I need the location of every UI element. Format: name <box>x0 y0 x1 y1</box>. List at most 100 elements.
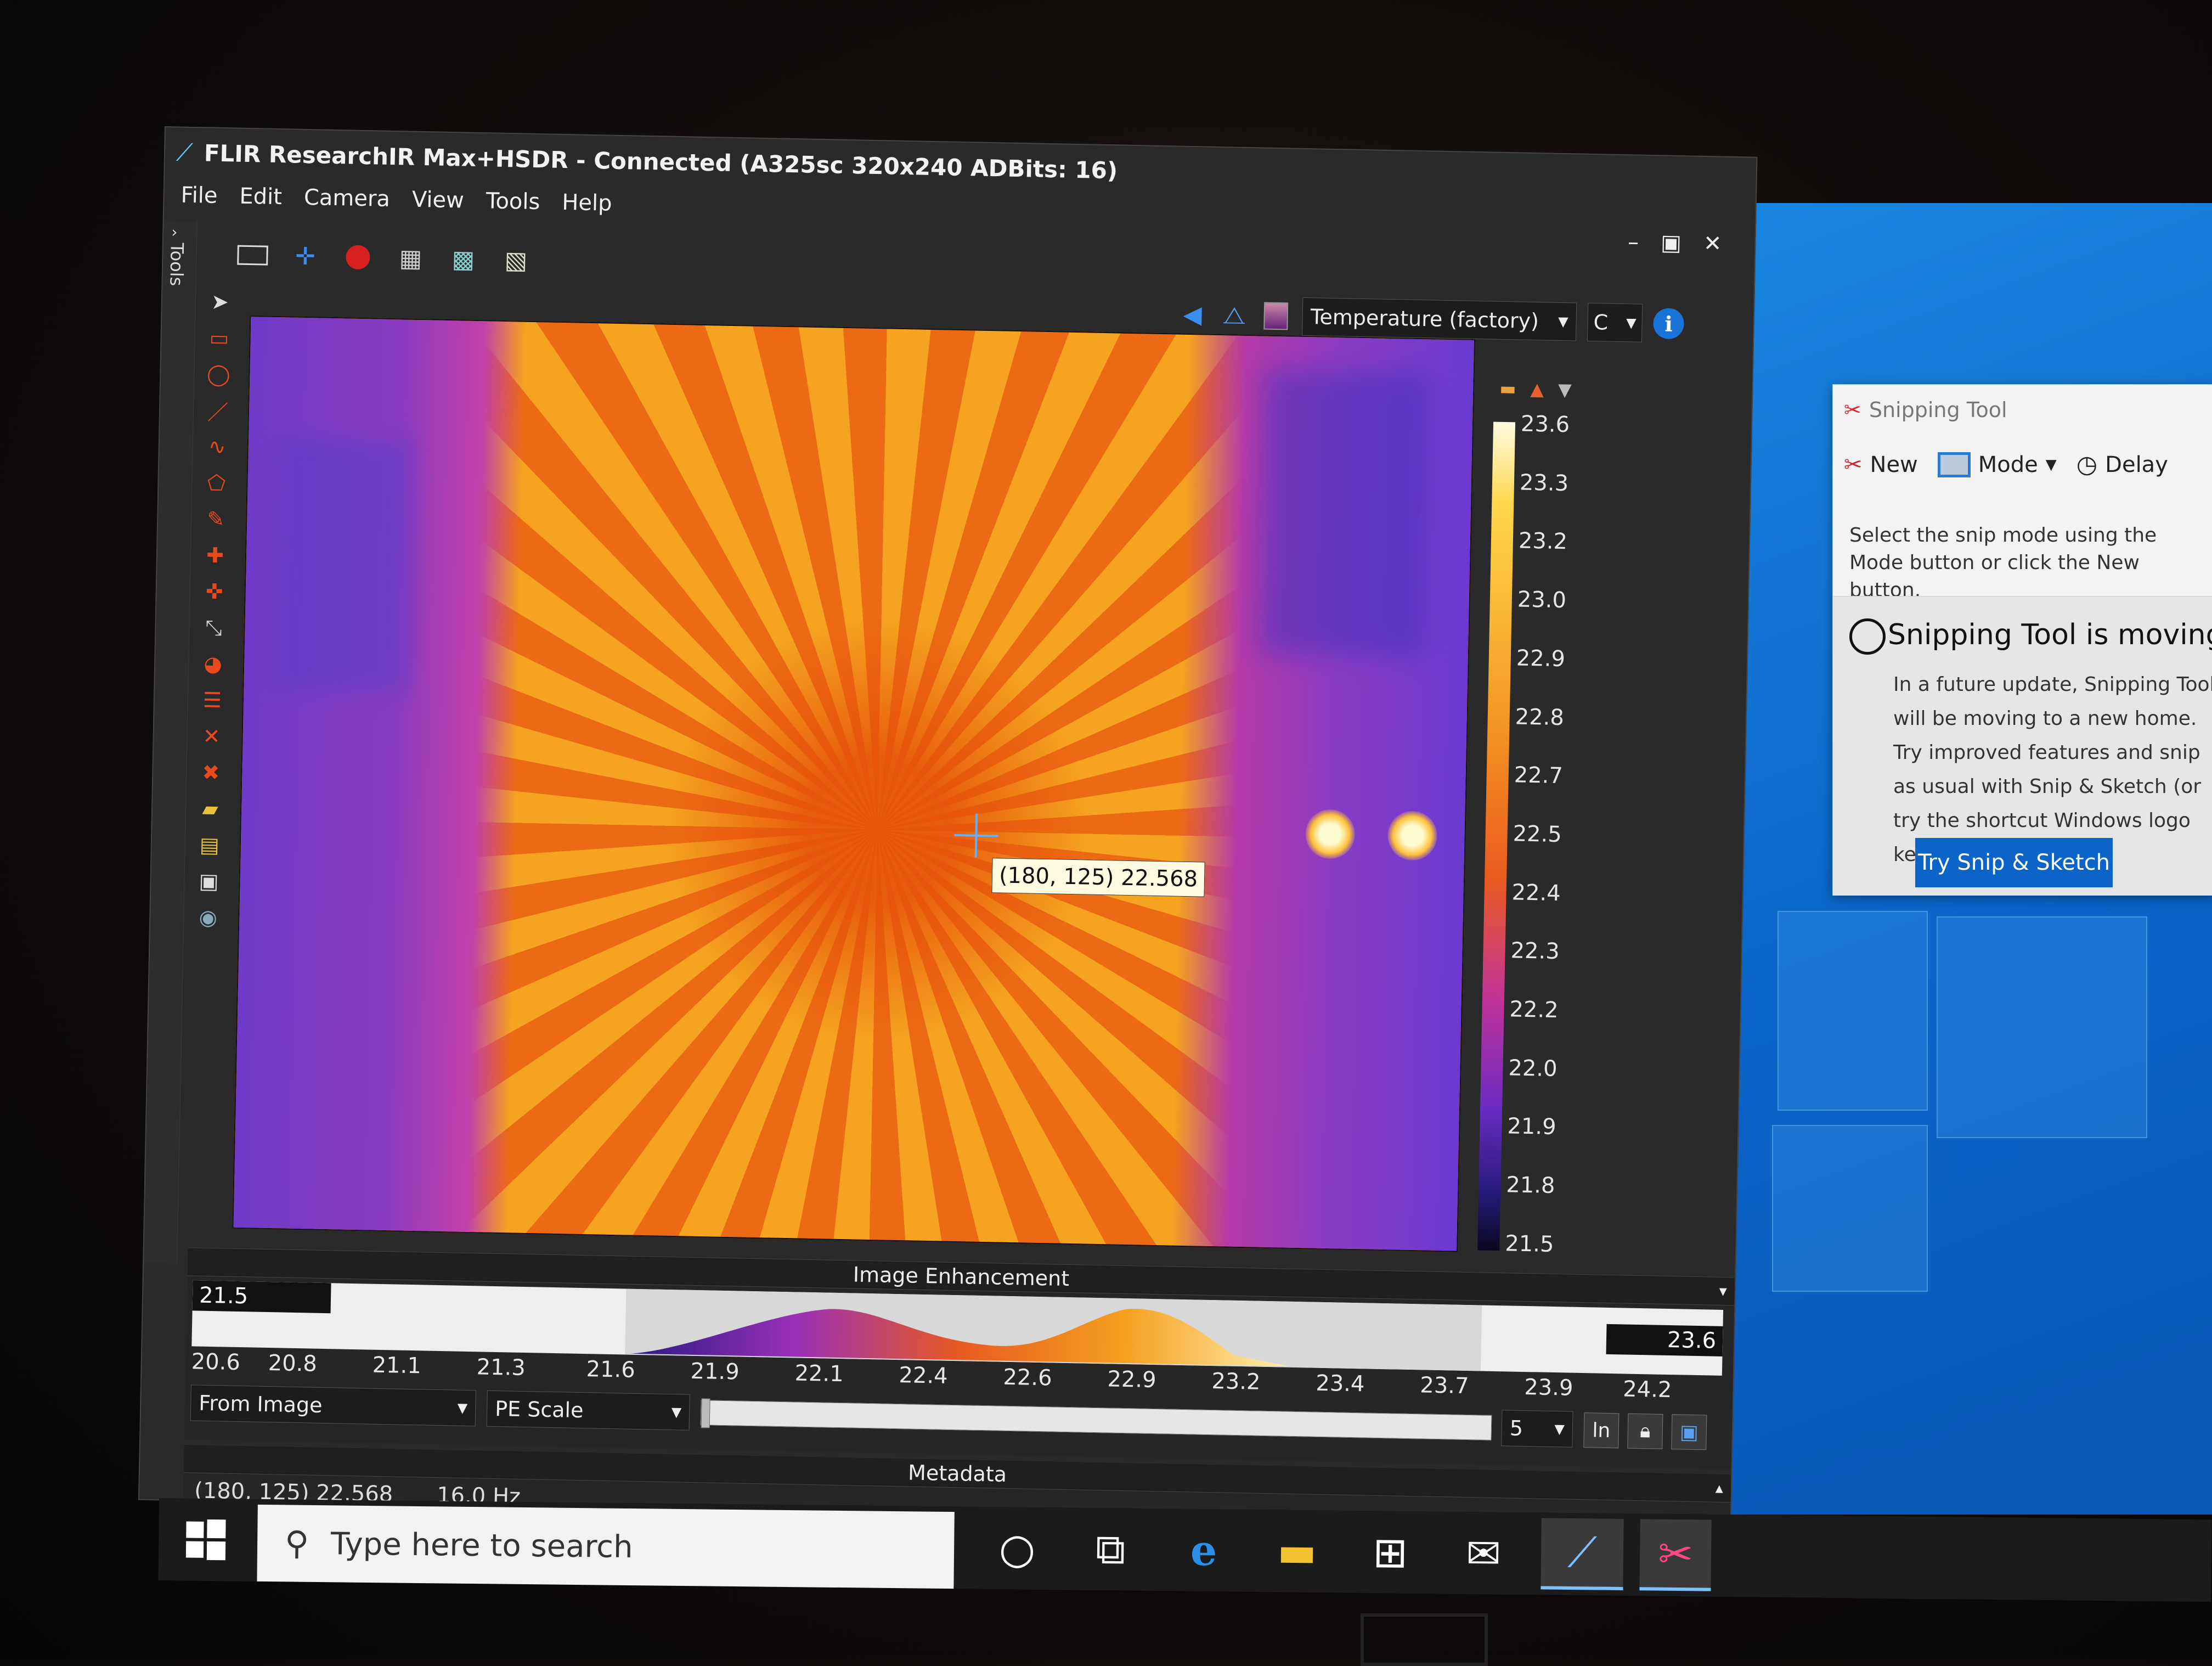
cold-patch <box>1259 369 1430 658</box>
apply-icon[interactable]: ▣ <box>1671 1414 1707 1450</box>
axis-tick: 21.3 <box>476 1354 526 1381</box>
axis-tick: 23.9 <box>1523 1375 1573 1401</box>
cortana-icon[interactable]: ○ <box>987 1518 1048 1579</box>
ln-button[interactable]: ln <box>1583 1412 1620 1449</box>
rectangle-roi-icon[interactable]: ▭ <box>205 323 234 352</box>
lock-icon[interactable]: 🔒︎ <box>1627 1413 1663 1449</box>
try-snip-sketch-button[interactable]: Try Snip & Sketch <box>1915 838 2113 887</box>
unit-value: C <box>1593 310 1609 335</box>
polyline-roi-icon[interactable]: ∿ <box>202 432 232 461</box>
measurement-dropdown[interactable]: Temperature (factory) ▼ <box>1302 297 1577 341</box>
snapshot-icon[interactable]: ▦ <box>395 243 426 274</box>
load-roi-icon[interactable]: ▤ <box>195 830 224 859</box>
start-button[interactable] <box>180 1515 230 1564</box>
pointer-icon[interactable]: ➤ <box>205 288 234 317</box>
maximize-button[interactable]: ▣ <box>1661 230 1682 256</box>
axis-tick: 22.4 <box>899 1363 949 1389</box>
axis-tick: 23.4 <box>1315 1370 1365 1397</box>
menu-edit[interactable]: Edit <box>239 184 282 210</box>
scale-tick: 23.6 <box>1520 411 1570 438</box>
open-folder-icon[interactable]: ▰ <box>196 794 225 823</box>
menu-help[interactable]: Help <box>562 190 612 216</box>
unit-dropdown[interactable]: C ▼ <box>1587 302 1643 342</box>
axis-tick: 20.6 <box>191 1349 241 1376</box>
expand-arrow-icon[interactable]: › <box>171 223 178 241</box>
store-icon[interactable]: ⊞ <box>1360 1522 1421 1583</box>
app-icon: ⟋ <box>176 138 194 167</box>
enhancement-slider[interactable] <box>700 1398 1492 1440</box>
color-picker-icon[interactable]: ◕ <box>199 649 228 678</box>
tools-panel-tab[interactable]: › Tools <box>144 221 198 1264</box>
mail-icon[interactable]: ✉ <box>1453 1523 1514 1584</box>
collapse-icon[interactable]: ▾ <box>1719 1277 1727 1305</box>
file-explorer-icon[interactable]: ▬ <box>1267 1521 1328 1581</box>
slider-handle[interactable] <box>701 1398 710 1428</box>
scale-tick: 22.9 <box>1516 645 1566 672</box>
scale-mode-value: PE Scale <box>494 1396 584 1423</box>
scale-auto-icon[interactable]: ▲ <box>1530 379 1544 399</box>
save-icon[interactable]: ▣ <box>194 866 223 896</box>
edge-icon[interactable]: e <box>1173 1519 1234 1580</box>
freehand-roi-icon[interactable]: ✎ <box>201 504 230 533</box>
rectangle-snip-icon <box>1937 452 1971 477</box>
rewind-icon[interactable]: ◀ <box>1177 299 1208 330</box>
scale-min-icon[interactable]: ▼ <box>1558 379 1572 400</box>
snip-mode-button[interactable]: Mode ▼ <box>1937 452 2057 477</box>
record-icon[interactable] <box>342 241 374 273</box>
eye-icon[interactable]: ◉ <box>194 903 223 932</box>
axis-tick: 24.2 <box>1622 1376 1672 1403</box>
ellipse-roi-icon[interactable]: ◯ <box>204 359 233 389</box>
spin-value-dropdown[interactable]: 5 ▼ <box>1501 1410 1573 1448</box>
axis-tick: 23.7 <box>1419 1372 1469 1399</box>
snipping-tool-icon[interactable]: ✂ <box>1639 1519 1712 1591</box>
task-view-icon[interactable]: ⧉ <box>1080 1519 1141 1580</box>
window-title: FLIR ResearchIR Max+HSDR - Connected (A3… <box>204 139 1118 184</box>
source-dropdown[interactable]: From Image ▼ <box>190 1384 476 1427</box>
axis-tick: 23.2 <box>1211 1369 1261 1395</box>
scale-mode-dropdown[interactable]: PE Scale ▼ <box>486 1390 690 1431</box>
spot-icon[interactable]: ✚ <box>201 541 230 570</box>
polygon-roi-icon[interactable]: ⬠ <box>202 468 231 497</box>
thermal-image[interactable]: (180, 125) 22.568 <box>232 316 1475 1252</box>
crosshair-tool-icon[interactable]: ✛ <box>290 240 321 272</box>
close-button[interactable]: ✕ <box>1703 231 1722 257</box>
tools-label: Tools <box>166 243 188 286</box>
stack-icon[interactable]: ☰ <box>198 685 227 714</box>
snip-title: Snipping Tool <box>1869 398 2007 422</box>
scale-max-icon[interactable]: ▬ <box>1499 378 1516 399</box>
snip-new-button[interactable]: ✂ New <box>1844 452 1918 477</box>
monitor-bezel-logo <box>1361 1613 1488 1666</box>
menu-view[interactable]: View <box>411 187 464 213</box>
scale-tick: 21.5 <box>1504 1231 1554 1257</box>
histogram-high-value: 23.6 <box>1606 1324 1723 1357</box>
delete-icon[interactable]: ✕ <box>197 722 226 751</box>
info-icon[interactable]: i <box>1653 308 1685 340</box>
chevron-down-icon: ▼ <box>457 1400 468 1416</box>
windows-start-icon <box>185 1519 226 1561</box>
delete-all-icon[interactable]: ✖ <box>196 758 225 787</box>
flip-icon[interactable]: ⧍ <box>1218 300 1250 331</box>
main-toolbar: ✛ ▦ ▩ ▧ <box>199 232 1829 307</box>
image-add-icon[interactable]: ▧ <box>500 245 532 276</box>
menu-file[interactable]: File <box>180 183 218 209</box>
image-icon[interactable]: ▩ <box>448 244 479 275</box>
chevron-down-icon: ▼ <box>1626 315 1637 331</box>
menu-camera[interactable]: Camera <box>304 185 391 212</box>
researchir-icon[interactable]: ⟋ <box>1541 1518 1624 1590</box>
histogram-low-value: 21.5 <box>192 1280 331 1314</box>
collapse-icon[interactable]: ▴ <box>1715 1474 1724 1502</box>
menu-tools[interactable]: Tools <box>486 188 540 215</box>
scale-icon[interactable]: ⤡ <box>199 613 228 642</box>
color-scale-ticks: 23.6 23.3 23.2 23.0 22.9 22.8 22.7 22.5 … <box>1505 412 1570 1257</box>
layout-icon[interactable] <box>237 240 268 271</box>
scale-tick: 21.9 <box>1507 1113 1556 1140</box>
taskbar-search-box[interactable]: ⚲ Type here to search <box>257 1504 955 1589</box>
snip-delay-button[interactable]: ◷ Delay <box>2076 451 2168 479</box>
line-roi-icon[interactable]: ／ <box>204 396 233 425</box>
palette-icon[interactable] <box>1260 300 1291 331</box>
snip-description: Select the snip mode using the Mode butt… <box>1849 524 2157 601</box>
minimize-button[interactable]: – <box>1628 229 1639 255</box>
scissors-icon: ✂ <box>1844 398 1861 422</box>
chevron-down-icon: ▼ <box>2045 456 2057 473</box>
spot-move-icon[interactable]: ✜ <box>200 577 229 606</box>
